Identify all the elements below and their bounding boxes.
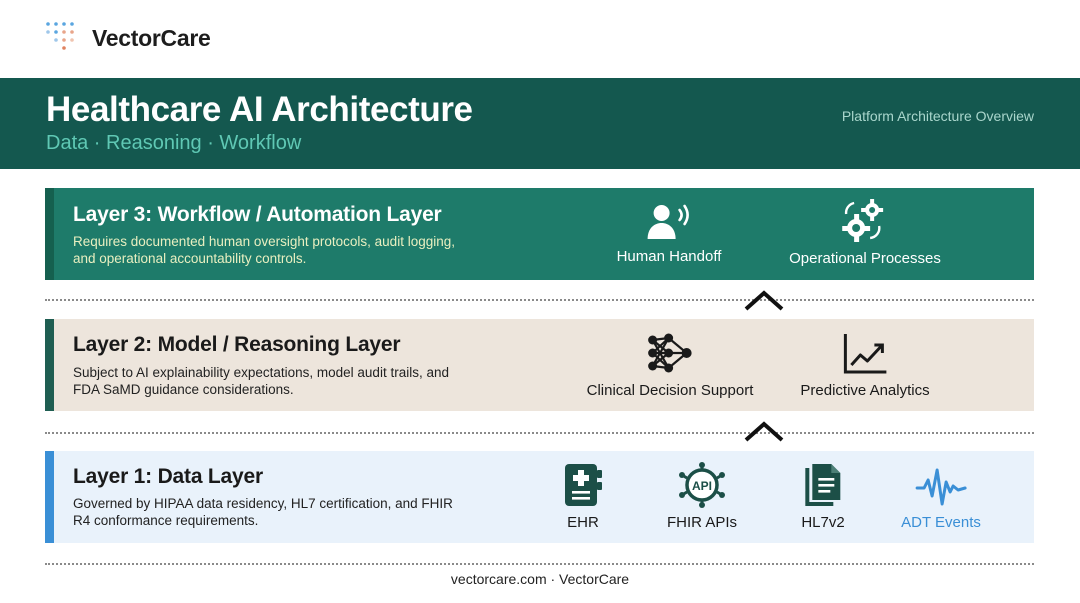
layer-description: Subject to AI explainability expectation… bbox=[73, 365, 449, 397]
capability-label: Human Handoff bbox=[616, 248, 722, 265]
page-subtitle: Data · Reasoning · Workflow bbox=[46, 132, 302, 154]
api-icon-text: API bbox=[692, 479, 712, 493]
waveform-icon bbox=[915, 468, 967, 506]
capability-operational-processes[interactable]: Operational Processes bbox=[789, 198, 941, 267]
capability-label: Predictive Analytics bbox=[800, 382, 930, 399]
layer-accent-stripe bbox=[45, 451, 54, 543]
human-handoff-icon bbox=[647, 204, 690, 239]
layer-2-model-reasoning: Layer 2: Model / Reasoning Layer Subject… bbox=[45, 319, 1034, 411]
hero-right-label: Platform Architecture Overview bbox=[841, 108, 1034, 124]
capability-human-handoff[interactable]: Human Handoff bbox=[616, 202, 722, 265]
layer-3-workflow: Layer 3: Workflow / Automation Layer Req… bbox=[45, 188, 1034, 280]
chevron-up-icon bbox=[744, 290, 784, 311]
capability-clinical-decision-support[interactable]: Clinical Decision Support bbox=[586, 330, 754, 399]
gears-icon bbox=[842, 199, 883, 242]
capability-predictive-analytics[interactable]: Predictive Analytics bbox=[800, 332, 930, 399]
page-title: Healthcare AI Architecture bbox=[46, 90, 473, 129]
layer-title: Layer 1: Data Layer bbox=[73, 465, 263, 488]
layer-1-data: Layer 1: Data Layer Governed by HIPAA da… bbox=[45, 451, 1034, 543]
hero-banner: Healthcare AI Architecture Data · Reason… bbox=[0, 78, 1080, 169]
capability-ehr[interactable]: EHR bbox=[562, 462, 604, 531]
medical-record-icon bbox=[565, 464, 602, 506]
layer-description: Governed by HIPAA data residency, HL7 ce… bbox=[73, 496, 453, 528]
capability-hl7v2[interactable]: HL7v2 bbox=[801, 462, 845, 531]
capability-fhir-apis[interactable]: API FHIR APIs bbox=[667, 462, 737, 531]
capability-label: Clinical Decision Support bbox=[586, 382, 754, 399]
capability-label: FHIR APIs bbox=[666, 514, 738, 531]
layer-divider bbox=[45, 432, 1034, 434]
capability-label: HL7v2 bbox=[801, 514, 845, 531]
brand-dots-icon bbox=[46, 22, 74, 50]
layer-divider bbox=[45, 299, 1034, 301]
line-chart-icon bbox=[843, 334, 886, 374]
document-icon bbox=[804, 464, 840, 506]
capability-adt-events[interactable]: ADT Events bbox=[901, 466, 981, 531]
layer-accent-stripe bbox=[45, 188, 54, 280]
brand-logo[interactable]: VectorCare bbox=[44, 20, 211, 56]
layer-title: Layer 2: Model / Reasoning Layer bbox=[73, 333, 401, 356]
neural-network-icon bbox=[648, 333, 692, 373]
api-icon: API bbox=[678, 462, 725, 508]
footer-text: vectorcare.com · VectorCare bbox=[450, 571, 630, 587]
layer-title: Layer 3: Workflow / Automation Layer bbox=[73, 203, 442, 226]
layer-accent-stripe bbox=[45, 319, 54, 411]
capability-label: Operational Processes bbox=[789, 250, 941, 267]
capability-label: ADT Events bbox=[901, 514, 981, 531]
brand-name: VectorCare bbox=[92, 24, 211, 51]
footer-divider bbox=[45, 563, 1034, 565]
layer-description: Requires documented human oversight prot… bbox=[73, 234, 455, 266]
chevron-up-icon bbox=[744, 421, 784, 442]
capability-label: EHR bbox=[567, 514, 599, 531]
